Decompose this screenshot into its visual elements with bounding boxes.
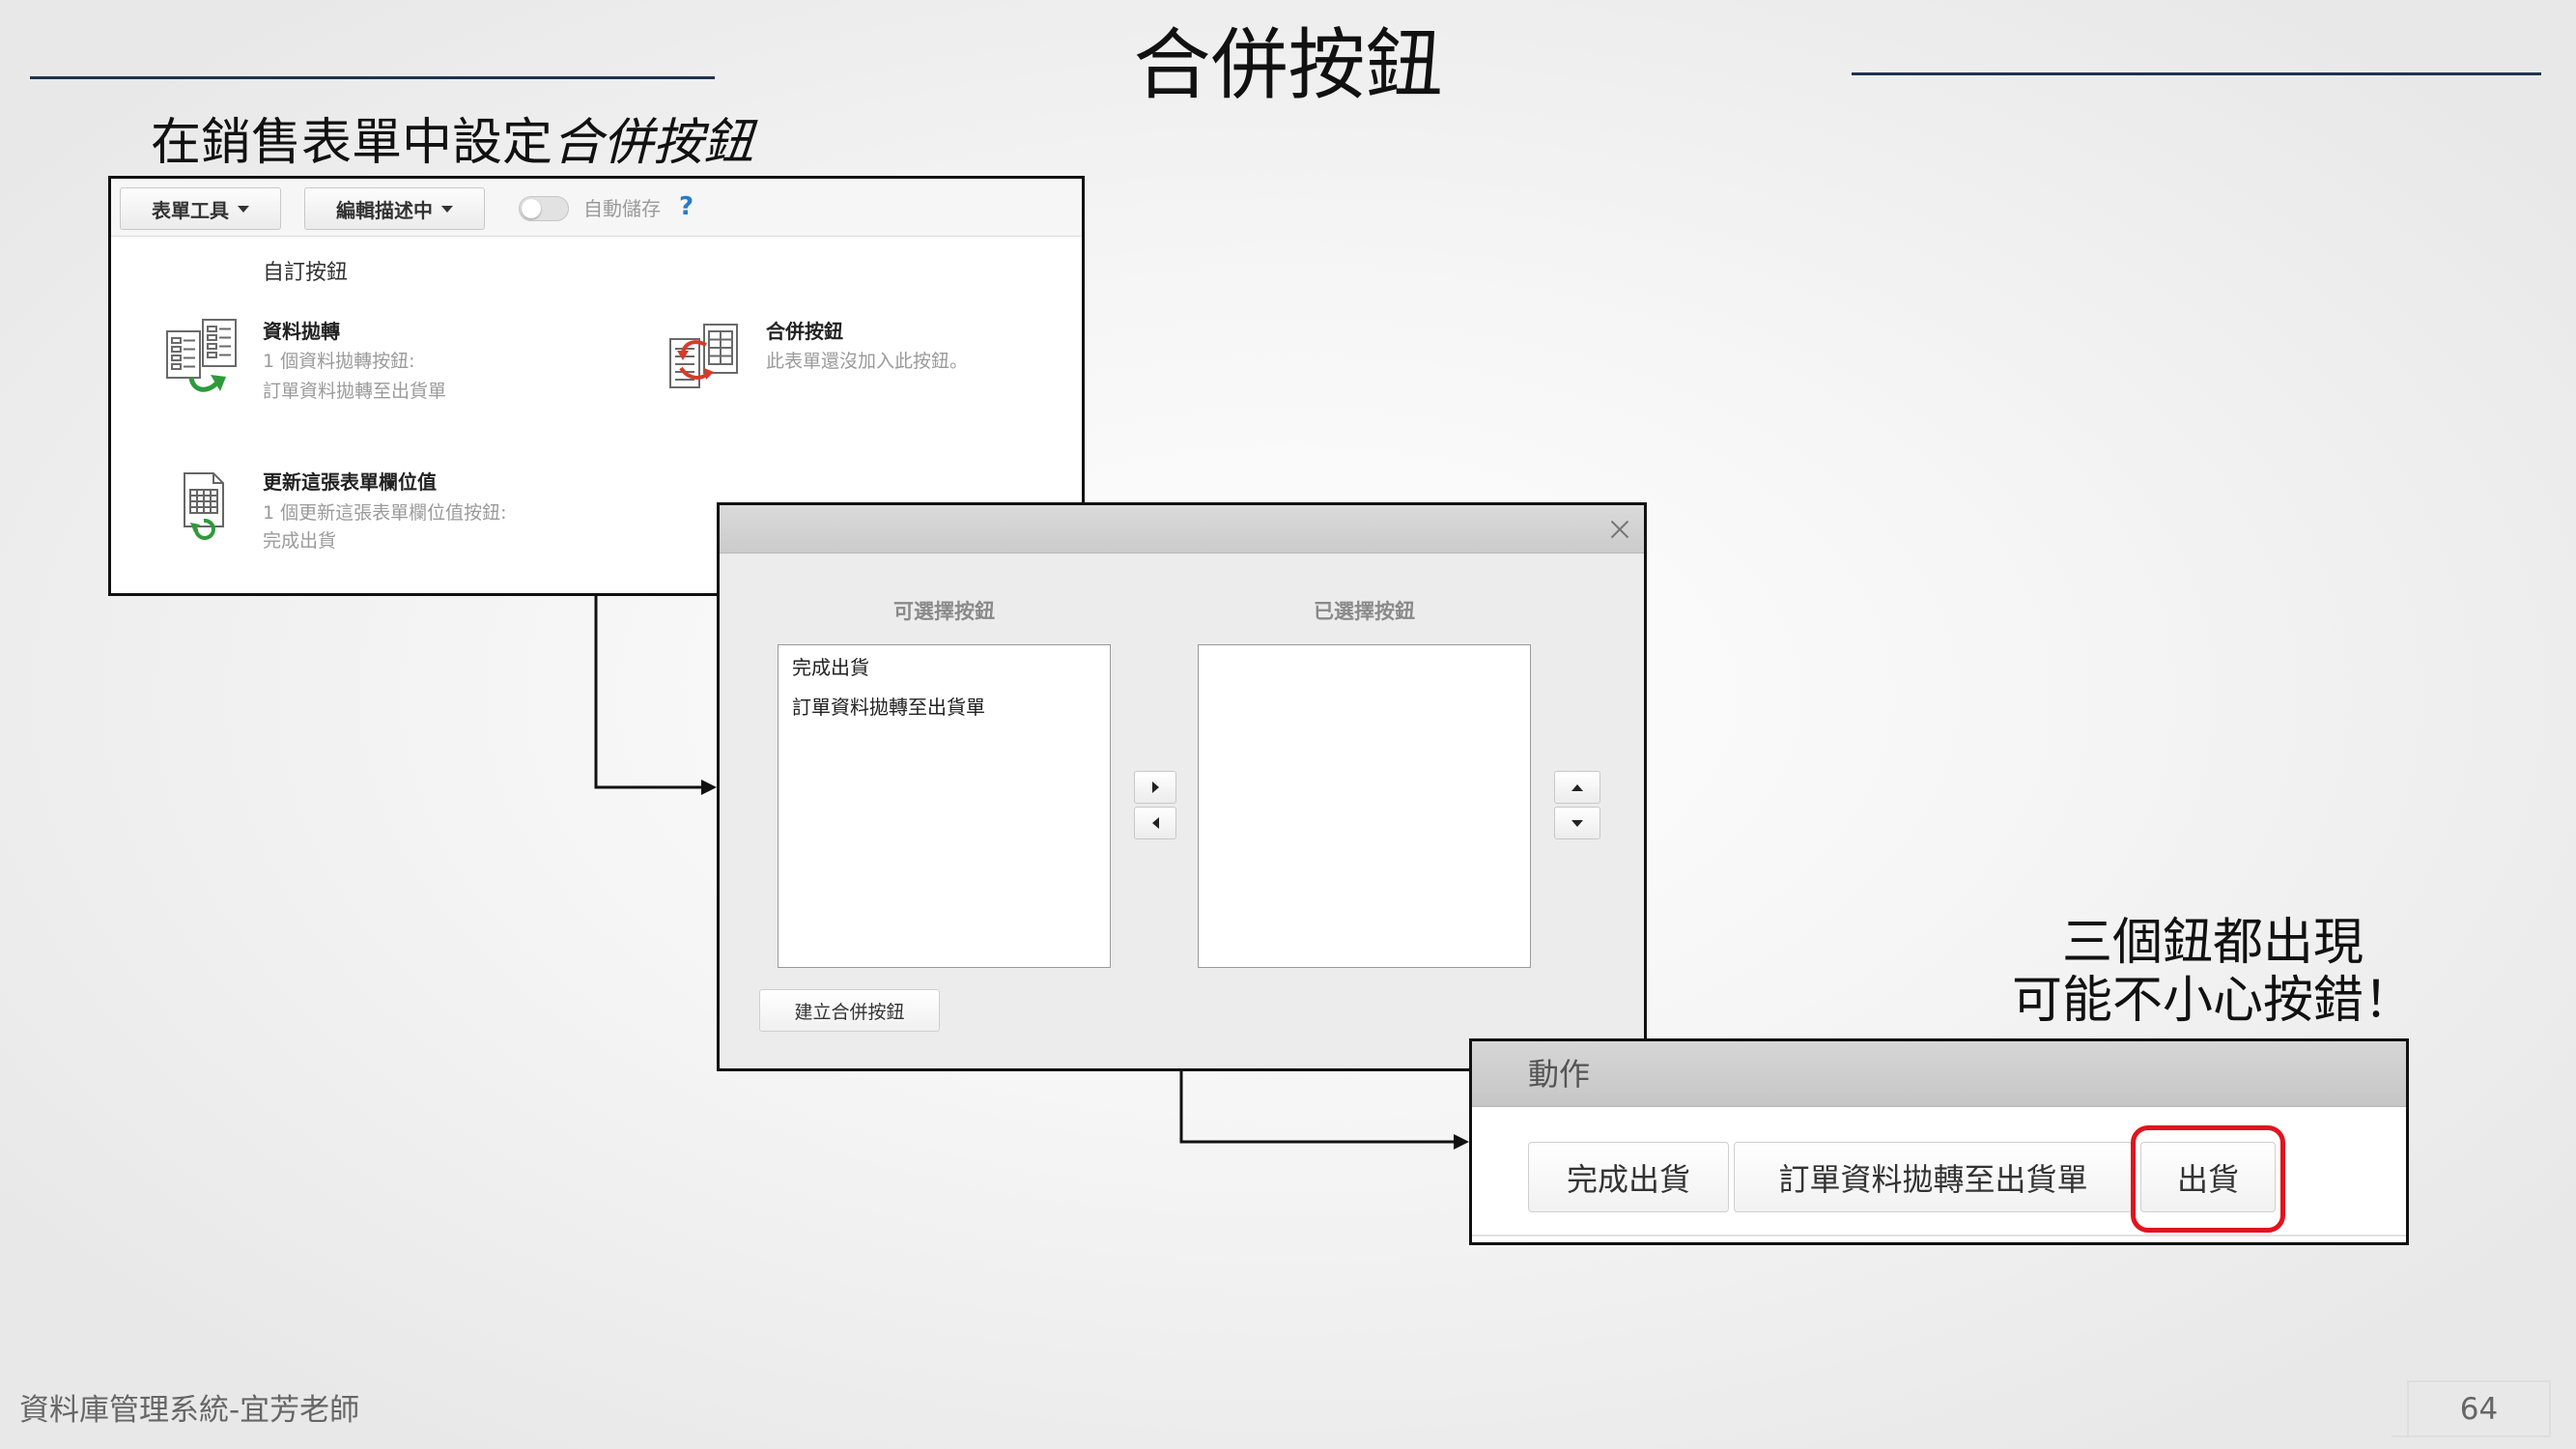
button-type-detail: 此表單還沒加入此按鈕。 <box>766 351 969 372</box>
form-tools-dropdown[interactable]: 表單工具 <box>120 187 281 230</box>
button-type-detail: 1 個更新這張表單欄位值按鈕: <box>263 502 507 524</box>
title-rule-right <box>1852 72 2541 75</box>
dialog-header <box>720 505 1644 554</box>
connector-arrow-form-to-dialog <box>594 596 717 795</box>
caret-down-icon <box>1571 819 1583 827</box>
create-merge-button[interactable]: 建立合併按鈕 <box>759 989 940 1032</box>
button-type-detail: 訂單資料拋轉至出貨單 <box>263 381 447 402</box>
merge-button-icon <box>667 322 743 398</box>
move-down-button[interactable] <box>1554 807 1600 839</box>
action-panel: 動作 完成出貨 訂單資料拋轉至出貨單 出貨 <box>1469 1038 2409 1245</box>
list-item[interactable]: 訂單資料拋轉至出貨單 <box>792 693 985 722</box>
button-type-detail: 1 個資料拋轉按鈕: <box>263 351 415 372</box>
autosave-label: 自動儲存 <box>583 197 661 220</box>
list-item[interactable]: 完成出貨 <box>792 653 869 682</box>
section-title: 自訂按鈕 <box>263 261 349 285</box>
transfer-order-to-shipment-button[interactable]: 訂單資料拋轉至出貨單 <box>1734 1142 2133 1212</box>
move-left-button[interactable] <box>1134 807 1176 839</box>
page-number: 64 <box>2459 1391 2499 1427</box>
caret-up-icon <box>1571 783 1583 791</box>
available-buttons-title: 可選擇按鈕 <box>893 600 995 623</box>
edit-description-dropdown[interactable]: 編輯描述中 <box>304 187 485 230</box>
slide-footer: 資料庫管理系統-宜芳老師 <box>19 1393 360 1428</box>
annotation: 三個鈕都出現 可能不小心按錯！ <box>1971 914 2454 1030</box>
divider <box>1472 1235 2406 1236</box>
toggle-knob <box>522 199 541 218</box>
caret-down-icon <box>238 205 249 213</box>
action-title: 動作 <box>1528 1056 1591 1093</box>
button-type-detail: 完成出貨 <box>263 530 337 552</box>
annotation-line: 可能不小心按錯！ <box>2011 972 2414 1030</box>
ship-merged-button[interactable]: 出貨 <box>2140 1142 2276 1212</box>
slide-subtitle: 在銷售表單中設定合併按鈕 <box>151 112 753 174</box>
caret-down-icon <box>441 205 453 213</box>
move-up-button[interactable] <box>1554 771 1600 804</box>
button-type-title: 資料拋轉 <box>263 320 340 343</box>
selected-buttons-title: 已選擇按鈕 <box>1314 600 1415 623</box>
divider <box>2392 1435 2407 1437</box>
available-buttons-list[interactable]: 完成出貨 訂單資料拋轉至出貨單 <box>778 644 1111 968</box>
form-tools-label: 表單工具 <box>152 198 229 222</box>
form-toolbar: 表單工具 編輯描述中 自動儲存 ? <box>111 179 1082 237</box>
slide-title: 合併按鈕 <box>1133 20 1443 110</box>
action-header: 動作 <box>1472 1041 2406 1107</box>
button-type-title: 合併按鈕 <box>766 320 843 343</box>
caret-left-icon <box>1151 817 1159 829</box>
button-type-title: 更新這張表單欄位值 <box>263 470 437 494</box>
selected-buttons-list[interactable] <box>1198 644 1531 968</box>
complete-shipment-button[interactable]: 完成出貨 <box>1528 1142 1729 1212</box>
merge-button-dialog: 可選擇按鈕 已選擇按鈕 完成出貨 訂單資料拋轉至出貨單 建立合併按鈕 <box>717 502 1647 1071</box>
move-right-button[interactable] <box>1134 771 1176 804</box>
close-icon[interactable] <box>1609 519 1630 540</box>
title-rule-left <box>30 76 715 79</box>
annotation-line: 三個鈕都出現 <box>2061 914 2364 972</box>
edit-description-label: 編輯描述中 <box>336 198 433 222</box>
help-icon[interactable]: ? <box>679 189 694 224</box>
subtitle-text: 在銷售表單中設定 <box>151 114 553 172</box>
data-transfer-icon <box>164 316 243 402</box>
subtitle-emphasis: 合併按鈕 <box>552 114 754 172</box>
autosave-toggle[interactable] <box>519 196 569 221</box>
connector-arrow-dialog-to-actions <box>1179 1071 1469 1150</box>
update-field-icon <box>181 470 231 546</box>
caret-right-icon <box>1151 781 1159 793</box>
page-number-box: 64 <box>2407 1380 2551 1437</box>
